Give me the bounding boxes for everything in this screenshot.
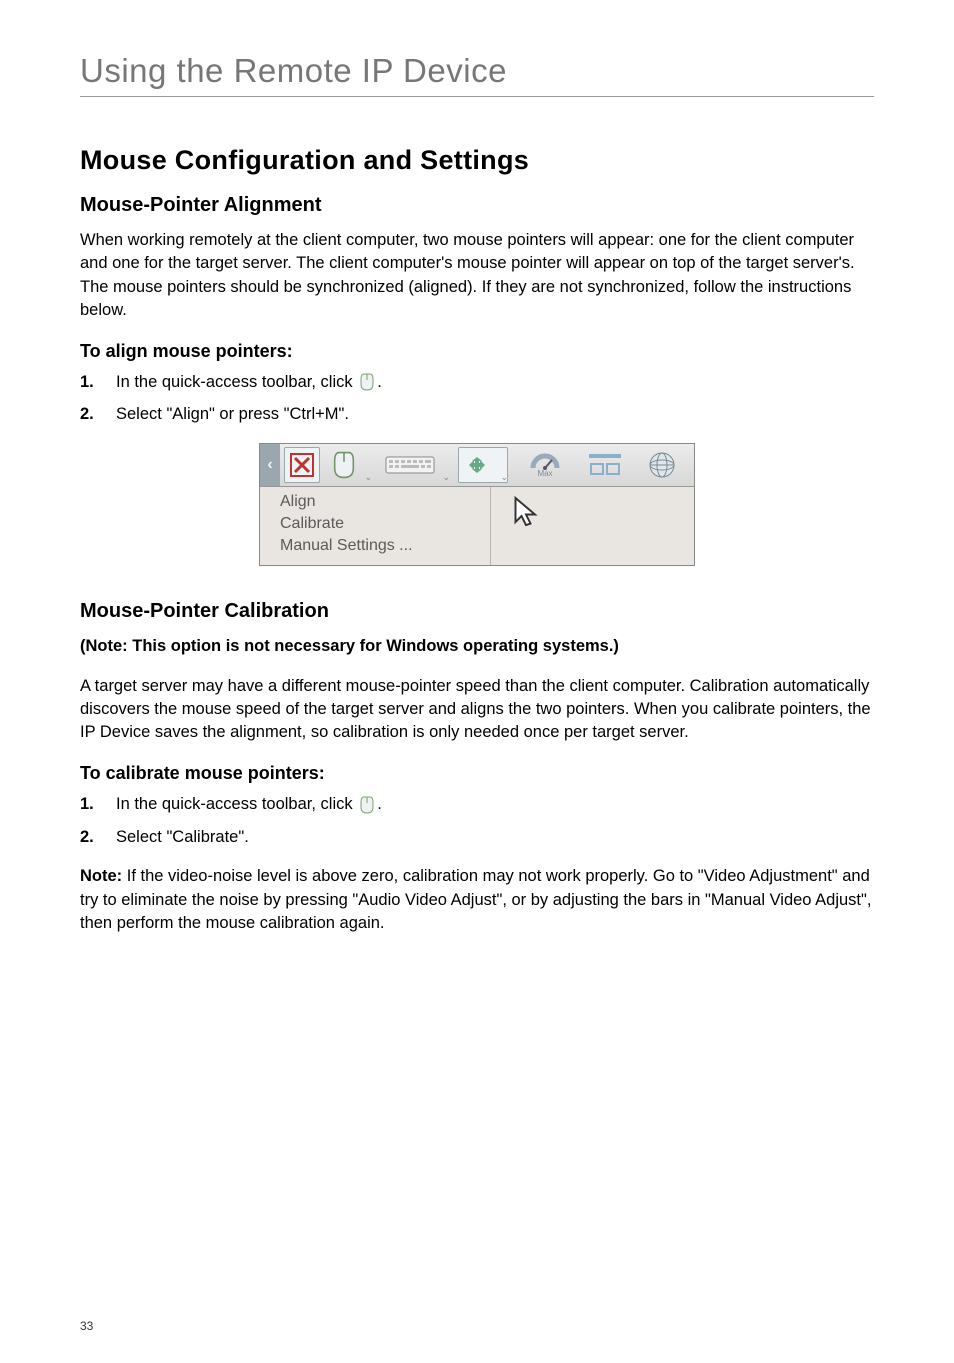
calibration-footnote: Note: If the video-noise level is above … [80,865,874,935]
mouse-dropdown-menu: Align Calibrate Manual Settings ... [260,487,694,565]
keyboard-settings-button[interactable]: ⌄ [380,447,450,483]
collapse-handle-icon[interactable]: ‹ [260,444,280,486]
chevron-down-icon: ⌄ [364,472,372,483]
globe-icon [647,450,677,480]
step-text: Select "Calibrate". [116,825,249,850]
note-label: Note: [80,867,122,885]
step-text-pre: In the quick-access toolbar, click [116,373,357,391]
chevron-down-icon: ⌄ [500,472,508,483]
calibrate-steps-list: 1. In the quick-access toolbar, click . … [80,792,874,850]
step-number: 2. [80,402,116,427]
mouse-settings-button[interactable]: ⌄ [328,447,372,483]
menu-item-align[interactable]: Align [260,491,490,513]
fullscreen-button[interactable] [582,447,634,483]
calibrate-step-2: 2. Select "Calibrate". [80,825,874,850]
step-number: 1. [80,370,116,395]
step-number: 1. [80,792,116,817]
calibrate-steps-heading: To calibrate mouse pointers: [80,763,874,784]
network-button[interactable] [642,447,690,483]
performance-label: Max [537,470,552,478]
video-adjust-button[interactable]: ⌄ [458,447,508,483]
calibration-note-bold: (Note: This option is not necessary for … [80,635,874,658]
video-adjust-icon [463,453,491,477]
step-number: 2. [80,825,116,850]
quick-access-toolbar: ‹ ⌄ [260,444,694,487]
menu-item-manual-settings[interactable]: Manual Settings ... [260,535,490,557]
performance-button[interactable]: Max [516,447,574,483]
header-divider [80,96,874,97]
close-icon [289,452,315,478]
note-body: If the video-noise level is above zero, … [80,867,871,932]
align-step-2: 2. Select "Align" or press "Ctrl+M". [80,402,874,427]
page-title: Mouse Configuration and Settings [80,145,874,176]
align-steps-list: 1. In the quick-access toolbar, click . … [80,370,874,428]
align-step-1: 1. In the quick-access toolbar, click . [80,370,874,395]
toolbar-figure: ‹ ⌄ [80,443,874,566]
keyboard-icon [385,454,435,476]
section-header: Using the Remote IP Device [80,52,874,90]
alignment-heading: Mouse-Pointer Alignment [80,194,874,217]
performance-icon [530,452,560,470]
step-text-post: . [377,795,382,813]
calibration-paragraph: A target server may have a different mou… [80,675,874,745]
step-text-pre: In the quick-access toolbar, click [116,795,357,813]
mouse-icon [360,796,374,814]
cursor-icon [511,495,541,531]
mouse-icon [333,451,355,479]
fullscreen-icon [587,452,623,478]
menu-item-calibrate[interactable]: Calibrate [260,513,490,535]
chevron-down-icon: ⌄ [442,472,450,483]
alignment-paragraph: When working remotely at the client comp… [80,229,874,323]
calibration-heading: Mouse-Pointer Calibration [80,600,874,623]
step-text: Select "Align" or press "Ctrl+M". [116,402,349,427]
close-session-button[interactable] [284,447,320,483]
mouse-icon [360,373,374,391]
calibrate-step-1: 1. In the quick-access toolbar, click . [80,792,874,817]
align-steps-heading: To align mouse pointers: [80,341,874,362]
step-text-post: . [377,373,382,391]
page-number: 33 [80,1319,93,1333]
